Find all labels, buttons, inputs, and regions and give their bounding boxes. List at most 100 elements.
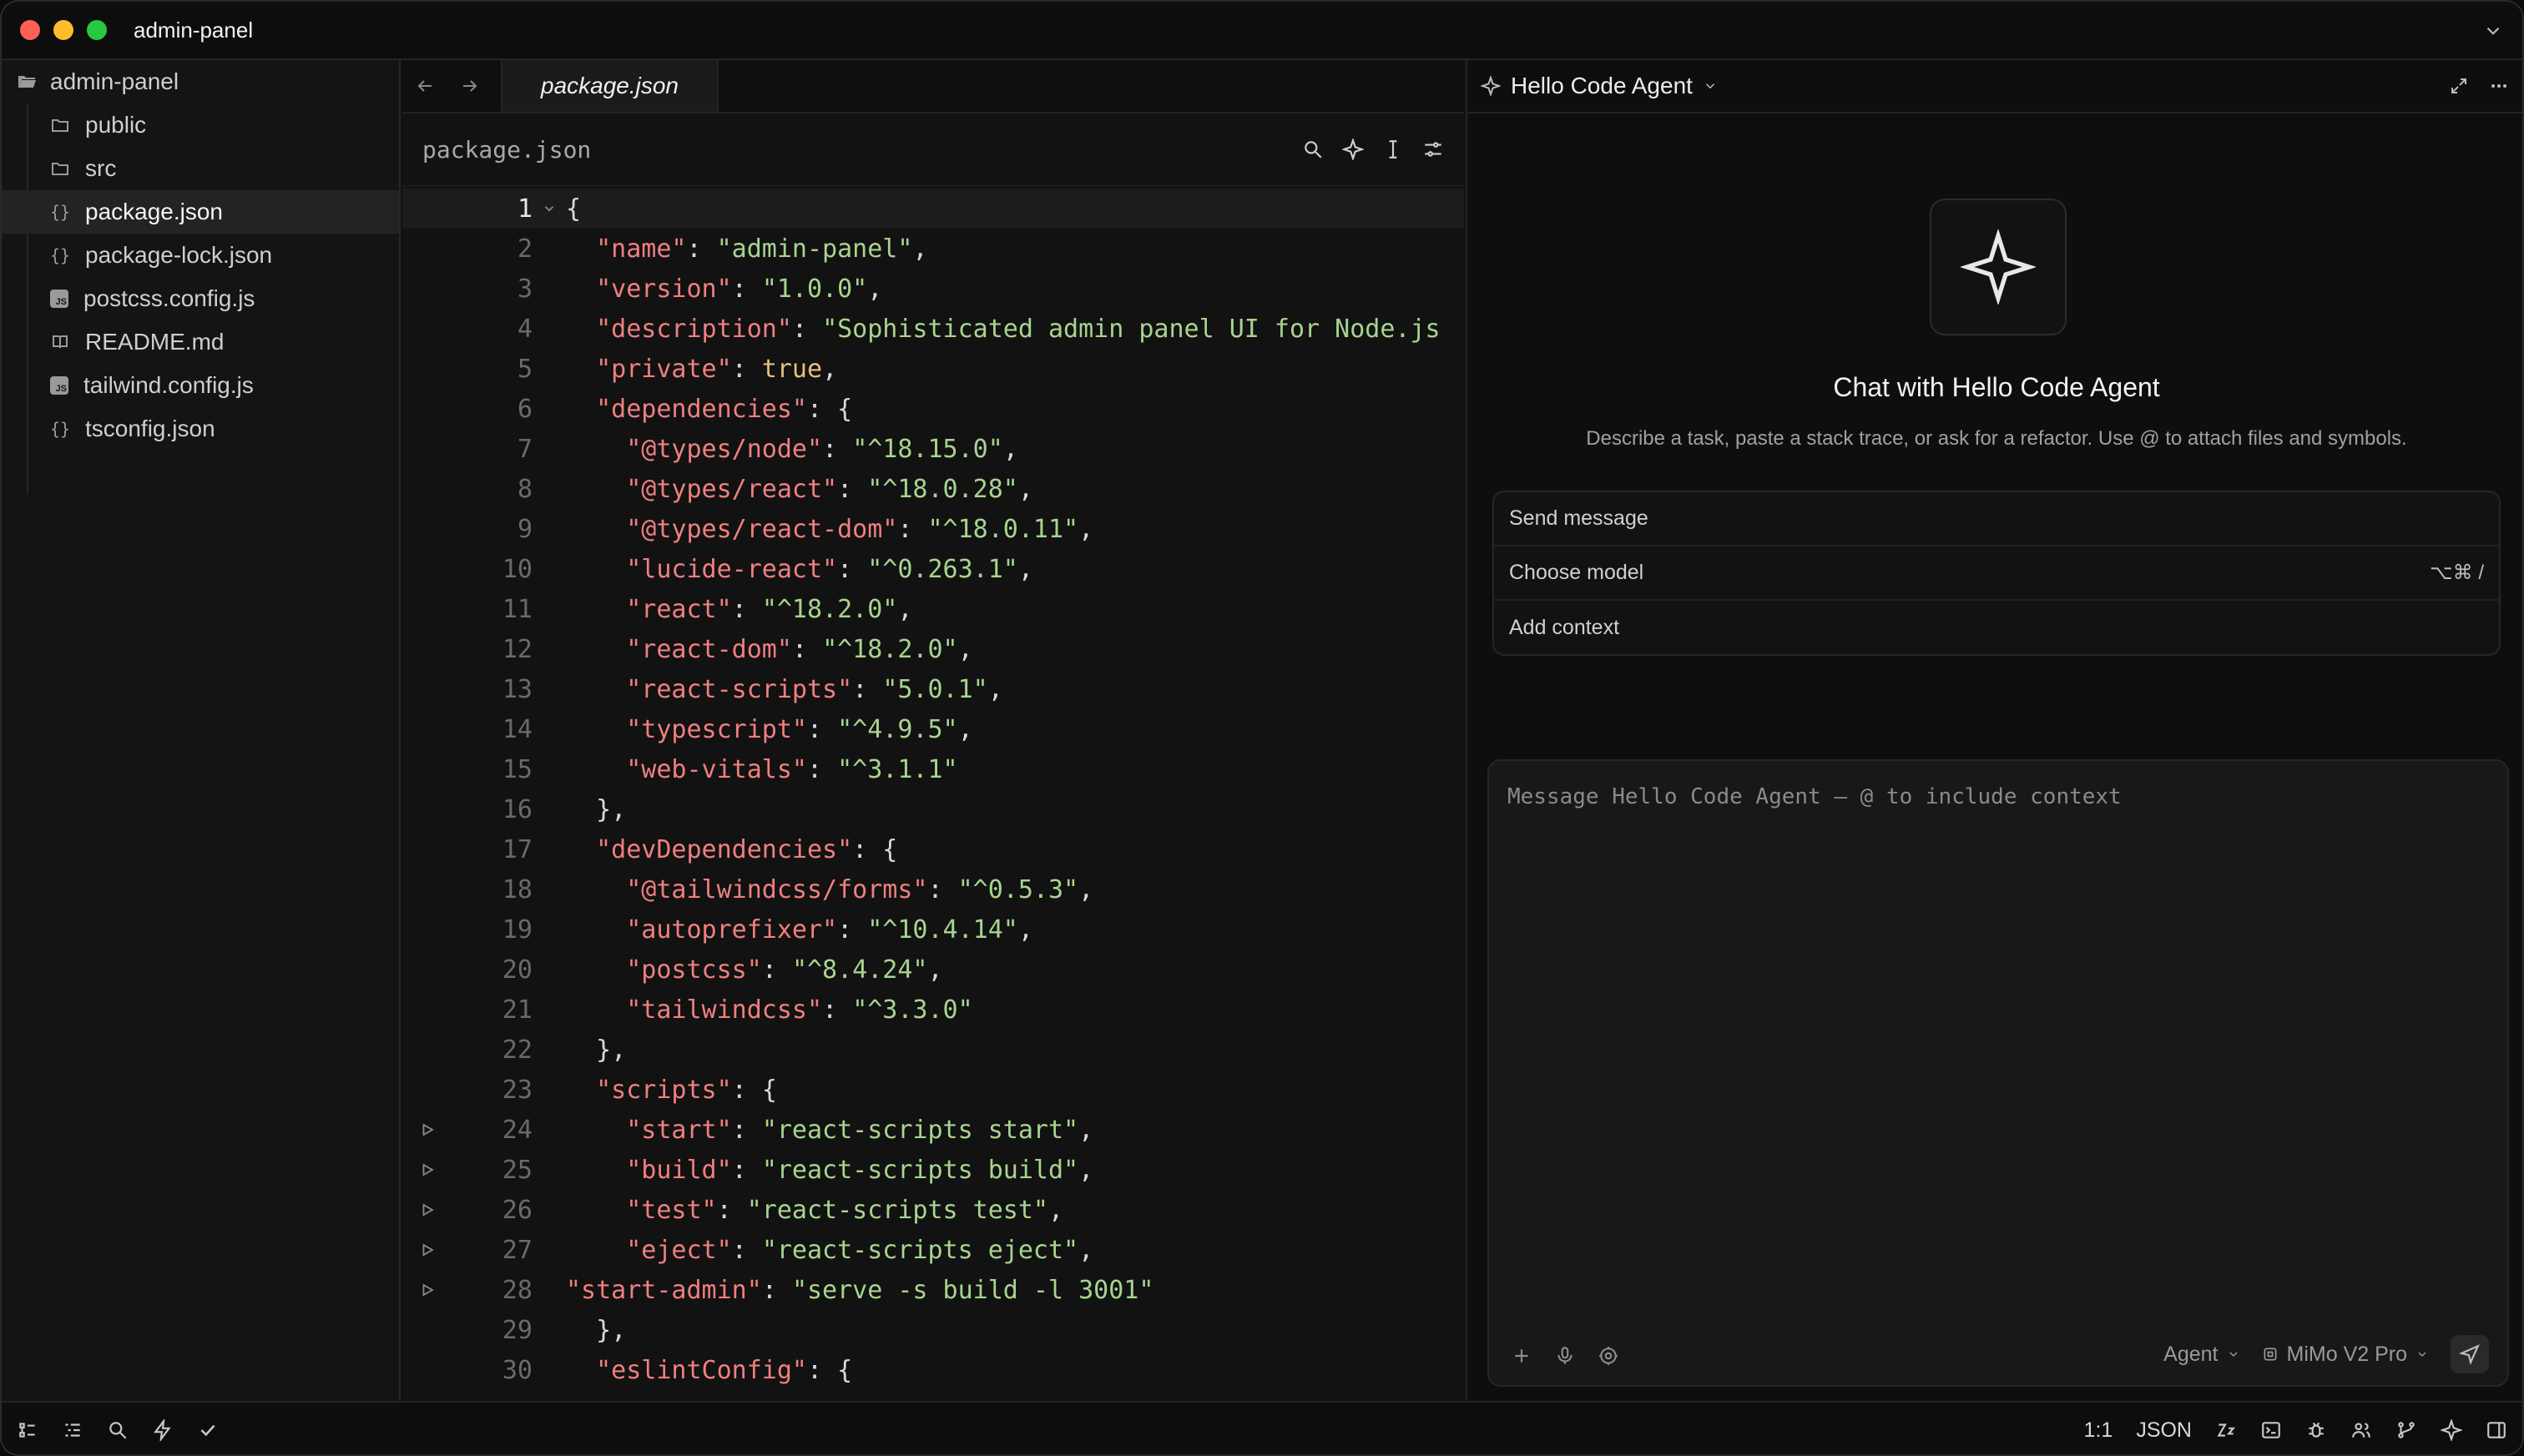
- json-file-icon: {}: [50, 245, 71, 265]
- chevron-down-icon[interactable]: [2482, 20, 2504, 42]
- code-line[interactable]: 23 "scripts": {: [402, 1070, 1464, 1110]
- users-icon[interactable]: [2350, 1419, 2372, 1441]
- code-line[interactable]: 2 "name": "admin-panel",: [402, 229, 1464, 269]
- code-line[interactable]: 22 },: [402, 1030, 1464, 1070]
- code-text: "@tailwindcss/forms": "^0.5.3",: [626, 874, 1094, 904]
- breadcrumb[interactable]: package.json: [422, 136, 591, 164]
- choose-model-action[interactable]: Choose model ⌥⌘ /: [1494, 547, 2499, 601]
- code-line[interactable]: 10 "lucide-react": "^0.263.1",: [402, 549, 1464, 589]
- add-context-action[interactable]: Add context: [1494, 601, 2499, 655]
- code-line[interactable]: 8 "@types/react": "^18.0.28",: [402, 469, 1464, 509]
- sparkle-icon[interactable]: [1342, 139, 1364, 160]
- code-line[interactable]: 9 "@types/react-dom": "^18.0.11",: [402, 509, 1464, 549]
- tree-item-readme-md[interactable]: README.md: [2, 320, 399, 364]
- editor-tab-bar: package.json: [402, 60, 1464, 113]
- forward-button[interactable]: [447, 60, 492, 112]
- line-number: 5: [517, 354, 533, 384]
- tree-item-package-lock-json[interactable]: {} package-lock.json: [2, 234, 399, 277]
- minimize-window-button[interactable]: [53, 20, 73, 40]
- code-text: "description": "Sophisticated admin pane…: [596, 314, 1441, 344]
- quick-actions: Send message Choose model ⌥⌘ / Add conte…: [1492, 491, 2501, 656]
- line-number: 11: [502, 594, 533, 624]
- code-line[interactable]: 26 "test": "react-scripts test",: [402, 1190, 1464, 1230]
- lightning-icon[interactable]: [152, 1419, 174, 1441]
- zoom-window-button[interactable]: [87, 20, 107, 40]
- bug-icon[interactable]: [2305, 1419, 2327, 1441]
- code-line[interactable]: 24 "start": "react-scripts start",: [402, 1110, 1464, 1150]
- message-composer[interactable]: Message Hello Code Agent — @ to include …: [1487, 759, 2509, 1387]
- code-line[interactable]: 16 },: [402, 789, 1464, 829]
- code-line[interactable]: 15 "web-vitals": "^3.1.1": [402, 749, 1464, 789]
- code-line[interactable]: 12 "react-dom": "^18.2.0",: [402, 629, 1464, 669]
- code-line[interactable]: 13 "react-scripts": "5.0.1",: [402, 669, 1464, 709]
- cursor-position[interactable]: 1:1: [2084, 1418, 2113, 1443]
- code-line[interactable]: 6 "dependencies": {: [402, 389, 1464, 429]
- code-view[interactable]: 1{2 "name": "admin-panel", 3 "version": "…: [402, 189, 1464, 1401]
- code-line[interactable]: 20 "postcss": "^8.4.24",: [402, 950, 1464, 990]
- back-button[interactable]: [402, 60, 447, 112]
- more-horizontal-icon[interactable]: [2489, 76, 2509, 96]
- run-script-icon[interactable]: [402, 1122, 452, 1137]
- terminal-icon[interactable]: [2260, 1419, 2282, 1441]
- run-script-icon[interactable]: [402, 1162, 452, 1177]
- git-branch-icon[interactable]: [2395, 1419, 2417, 1441]
- language-mode[interactable]: JSON: [2136, 1418, 2192, 1443]
- code-line[interactable]: 1{: [402, 189, 1464, 229]
- tree-root-folder[interactable]: admin-panel: [2, 60, 399, 103]
- code-line[interactable]: 4 "description": "Sophisticated admin pa…: [402, 309, 1464, 349]
- text-cursor-icon[interactable]: [1382, 139, 1404, 160]
- code-line[interactable]: 17 "devDependencies": {: [402, 829, 1464, 869]
- line-number: 7: [517, 434, 533, 464]
- tree-item-package-json[interactable]: {} package.json: [2, 190, 399, 234]
- code-line[interactable]: 29 },: [402, 1310, 1464, 1350]
- search-icon[interactable]: [1302, 139, 1324, 160]
- mode-selector[interactable]: Agent: [2163, 1343, 2239, 1367]
- send-button[interactable]: [2451, 1335, 2489, 1373]
- code-text: "start-admin": "serve -s build -l 3001": [566, 1275, 1154, 1305]
- code-text: "scripts": {: [596, 1075, 777, 1105]
- send-message-action[interactable]: Send message: [1494, 492, 2499, 547]
- run-script-icon[interactable]: [402, 1242, 452, 1257]
- code-line[interactable]: 28 "start-admin": "serve -s build -l 3001…: [402, 1270, 1464, 1310]
- tree-item-postcss-config-js[interactable]: JS postcss.config.js: [2, 277, 399, 320]
- code-line[interactable]: 11 "react": "^18.2.0",: [402, 589, 1464, 629]
- code-line[interactable]: 3 "version": "1.0.0",: [402, 269, 1464, 309]
- code-line[interactable]: 25 "build": "react-scripts build",: [402, 1150, 1464, 1190]
- microphone-icon[interactable]: [1554, 1345, 1576, 1367]
- sliders-icon[interactable]: [1422, 139, 1444, 160]
- tree-item-src[interactable]: src: [2, 147, 399, 190]
- run-script-icon[interactable]: [402, 1282, 452, 1297]
- sleep-icon[interactable]: [2215, 1419, 2237, 1441]
- file-list: public src {} package.json {} package-lock.js…: [2, 103, 399, 451]
- agent-selector[interactable]: Hello Code Agent: [1481, 73, 1718, 99]
- sparkle-icon[interactable]: [2441, 1419, 2462, 1441]
- panel-layout-icon[interactable]: [2486, 1419, 2507, 1441]
- tree-item-tsconfig-json[interactable]: {} tsconfig.json: [2, 407, 399, 451]
- tree-item-tailwind-config-js[interactable]: JS tailwind.config.js: [2, 364, 399, 407]
- expand-icon[interactable]: [2449, 76, 2469, 96]
- plus-icon[interactable]: [1511, 1345, 1532, 1367]
- run-script-icon[interactable]: [402, 1202, 452, 1217]
- code-line[interactable]: 5 "private": true,: [402, 349, 1464, 389]
- close-window-button[interactable]: [20, 20, 40, 40]
- code-line[interactable]: 14 "typescript": "^4.9.5",: [402, 709, 1464, 749]
- search-icon[interactable]: [107, 1419, 129, 1441]
- tab-package-json[interactable]: package.json: [501, 60, 719, 112]
- tree-item-public[interactable]: public: [2, 103, 399, 147]
- code-text: "@types/node": "^18.15.0",: [626, 434, 1018, 464]
- explorer-icon[interactable]: [17, 1419, 38, 1441]
- target-icon[interactable]: [1598, 1345, 1619, 1367]
- code-text: "dependencies": {: [596, 394, 853, 424]
- model-selector[interactable]: MiMo V2 Pro: [2262, 1343, 2429, 1367]
- code-line[interactable]: 30 "eslintConfig": {: [402, 1350, 1464, 1390]
- code-line[interactable]: 7 "@types/node": "^18.15.0",: [402, 429, 1464, 469]
- code-line[interactable]: 19 "autoprefixer": "^10.4.14",: [402, 909, 1464, 950]
- check-icon[interactable]: [197, 1419, 219, 1441]
- chat-hero-subtitle: Describe a task, paste a stack trace, or…: [1586, 427, 2407, 450]
- line-number: 25: [502, 1155, 533, 1185]
- code-line[interactable]: 18 "@tailwindcss/forms": "^0.5.3",: [402, 869, 1464, 909]
- fold-chevron-icon[interactable]: [533, 201, 566, 216]
- code-line[interactable]: 21 "tailwindcss": "^3.3.0": [402, 990, 1464, 1030]
- code-line[interactable]: 27 "eject": "react-scripts eject",: [402, 1230, 1464, 1270]
- outline-icon[interactable]: [62, 1419, 83, 1441]
